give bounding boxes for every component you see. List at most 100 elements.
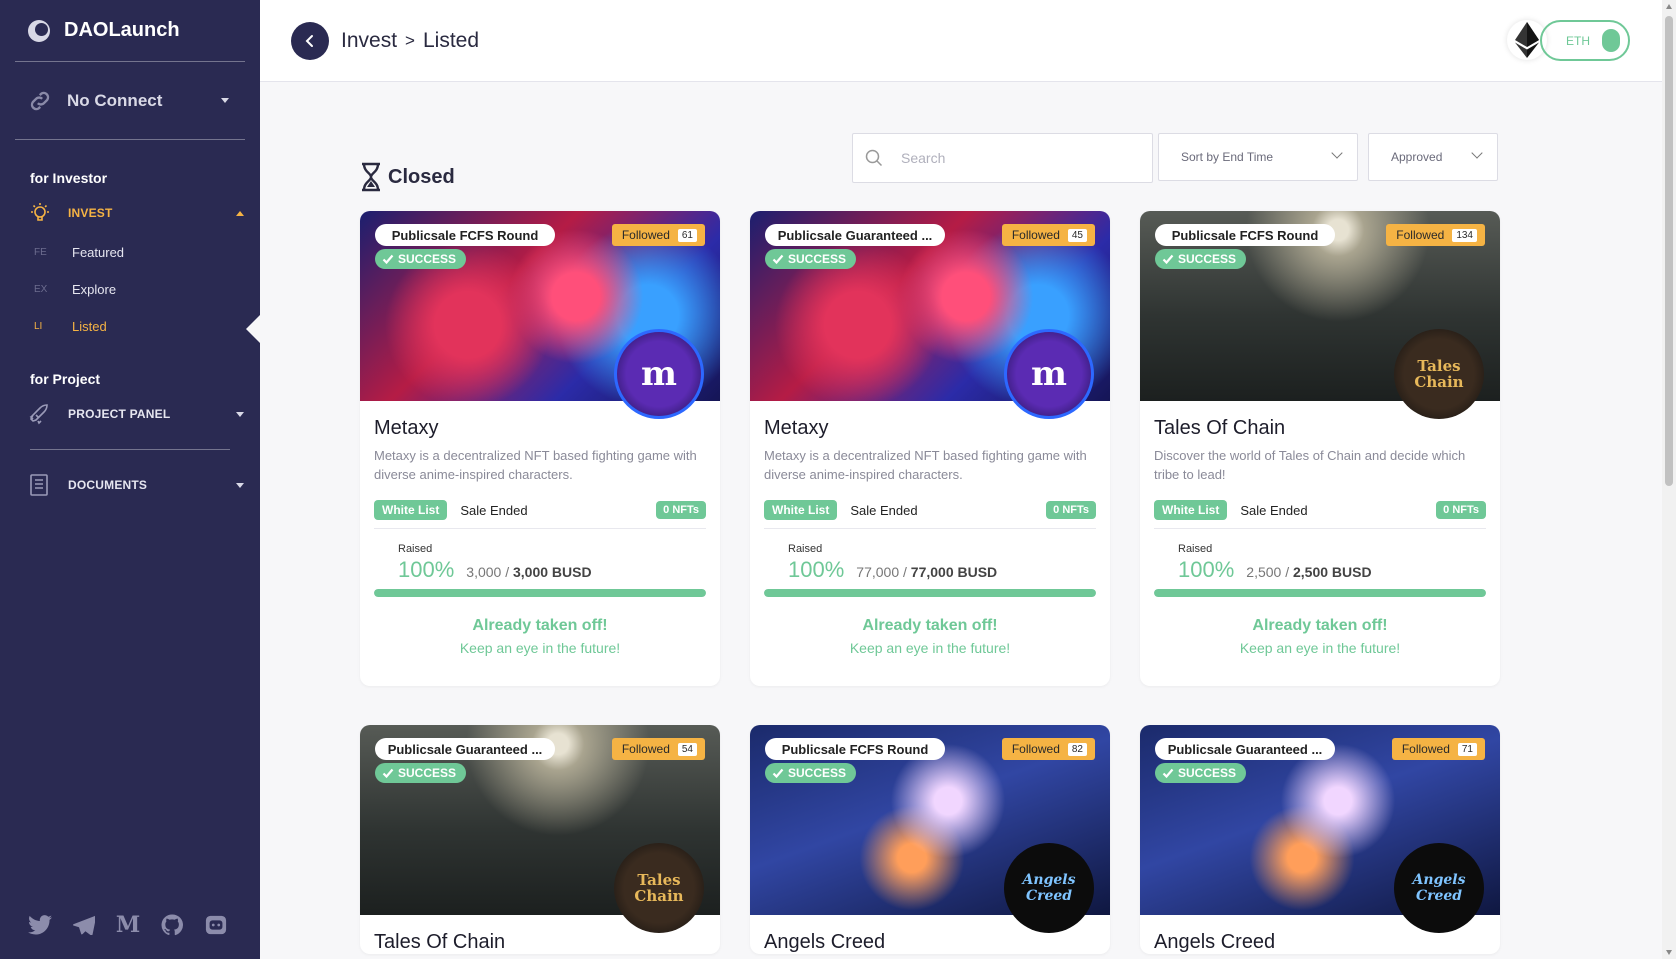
github-icon[interactable] xyxy=(160,913,184,937)
scroll-up-arrow-icon[interactable] xyxy=(1666,4,1672,9)
sidebar-item-label: Listed xyxy=(72,319,107,334)
raised-value: 77,000 xyxy=(856,564,900,580)
followed-label: Followed xyxy=(621,742,670,756)
raise-row: 100% 2,500 / 2,500 BUSD xyxy=(1154,557,1486,583)
followed-count: 45 xyxy=(1067,228,1087,242)
sidebar-divider xyxy=(30,449,230,450)
nav-invest[interactable]: INVEST xyxy=(0,192,260,234)
followed-badge[interactable]: Followed 134 xyxy=(1386,224,1485,246)
search-input[interactable] xyxy=(901,150,1121,166)
chevron-down-icon xyxy=(236,411,244,417)
followed-count: 82 xyxy=(1067,742,1087,756)
followed-badge[interactable]: Followed 61 xyxy=(611,224,705,246)
sort-select-value: Sort by End Time xyxy=(1181,150,1274,164)
nft-count-badge: 0 NFTs xyxy=(1436,501,1486,519)
search-box xyxy=(852,133,1153,183)
success-badge-label: SUCCESS xyxy=(788,252,847,266)
sidebar-item-explore[interactable]: EX Explore xyxy=(0,271,260,308)
check-icon xyxy=(382,768,394,779)
card-tags: White List Sale Ended 0 NFTs xyxy=(374,500,706,529)
round-badge: Publicsale FCFS Round xyxy=(765,738,945,760)
chevron-down-icon xyxy=(1331,147,1343,159)
success-badge-label: SUCCESS xyxy=(398,252,457,266)
card-body: Tales Of Chain Discover the world of Tal… xyxy=(1140,401,1500,686)
progress-fill xyxy=(374,589,706,597)
project-card[interactable]: Publicsale FCFS Round SUCCESS Followed 1… xyxy=(1140,211,1500,686)
raised-amount: 3,000 / 3,000 BUSD xyxy=(466,564,592,580)
sort-select[interactable]: Sort by End Time xyxy=(1158,133,1358,181)
document-icon xyxy=(28,473,52,497)
followed-badge[interactable]: Followed 54 xyxy=(611,738,705,760)
followed-label: Followed xyxy=(621,228,670,242)
success-badge: SUCCESS xyxy=(765,249,857,269)
project-card[interactable]: Publicsale Guaranteed ... SUCCESS Follow… xyxy=(360,725,720,954)
raised-percent: 100% xyxy=(1178,557,1235,582)
sidebar-item-abbr: LI xyxy=(34,321,43,332)
breadcrumb-current: Listed xyxy=(422,28,480,52)
scroll-down-arrow-icon[interactable] xyxy=(1666,950,1672,955)
sale-status: Sale Ended xyxy=(850,502,918,518)
project-card[interactable]: Publicsale FCFS Round SUCCESS Followed 8… xyxy=(750,725,1110,954)
chevron-up-icon xyxy=(236,210,244,216)
whitelist-badge: White List xyxy=(374,500,448,520)
progress-fill xyxy=(764,589,1096,597)
whitelist-badge: White List xyxy=(764,500,838,520)
nft-count-badge: 0 NFTs xyxy=(656,501,706,519)
check-icon xyxy=(772,768,784,779)
sale-status: Sale Ended xyxy=(1240,502,1308,518)
sidebar-item-abbr: EX xyxy=(34,284,48,295)
project-name: Metaxy xyxy=(764,417,829,439)
raised-value: 3,000 xyxy=(466,564,502,580)
sidebar: DAOLaunch No Connect for Investor INVEST… xyxy=(0,0,260,959)
raised-amount: 2,500 / 2,500 BUSD xyxy=(1246,564,1372,580)
page-scrollbar[interactable] xyxy=(1662,0,1676,959)
card-body: Metaxy Metaxy is a decentralized NFT bas… xyxy=(360,401,720,686)
rocket-icon xyxy=(28,402,52,426)
sidebar-item-featured[interactable]: FE Featured xyxy=(0,234,260,271)
lightbulb-icon xyxy=(28,201,52,225)
round-badge: Publicsale FCFS Round xyxy=(1155,224,1335,246)
followed-badge[interactable]: Followed 45 xyxy=(1001,224,1095,246)
scrollbar-thumb[interactable] xyxy=(1665,16,1673,486)
sidebar-item-label: Featured xyxy=(72,245,125,260)
link-icon xyxy=(27,88,53,114)
cta-title: Already taken off! xyxy=(472,617,608,634)
raised-label: Raised xyxy=(788,543,823,555)
round-badge: Publicsale FCFS Round xyxy=(375,224,555,246)
telegram-icon[interactable] xyxy=(72,913,96,937)
status-select-value: Approved xyxy=(1391,150,1443,164)
followed-label: Followed xyxy=(1396,228,1445,242)
project-card[interactable]: Publicsale Guaranteed ... SUCCESS Follow… xyxy=(750,211,1110,686)
status-select[interactable]: Approved xyxy=(1368,133,1498,181)
project-card[interactable]: Publicsale FCFS Round SUCCESS Followed 6… xyxy=(360,211,720,686)
nav-invest-label: INVEST xyxy=(68,206,113,220)
back-button[interactable] xyxy=(291,21,329,60)
project-name: Angels Creed xyxy=(1154,931,1276,953)
cta-title: Already taken off! xyxy=(1252,617,1388,634)
brand[interactable]: DAOLaunch xyxy=(15,0,245,62)
top-header: Invest > Listed ETH xyxy=(260,0,1662,82)
followed-count: 71 xyxy=(1457,742,1477,756)
success-badge: SUCCESS xyxy=(1155,763,1247,783)
raise-goal: 2,500 BUSD xyxy=(1293,564,1372,580)
nav-documents[interactable]: DOCUMENTS xyxy=(0,464,260,506)
progress-bar xyxy=(764,589,1096,597)
project-banner-image: Publicsale Guaranteed ... SUCCESS Follow… xyxy=(360,725,720,933)
project-logo: Angels Creed xyxy=(1394,843,1484,933)
success-badge: SUCCESS xyxy=(375,249,467,269)
search-icon xyxy=(865,149,883,167)
sidebar-item-listed[interactable]: LI Listed xyxy=(0,308,260,345)
nav-project-panel[interactable]: PROJECT PANEL xyxy=(0,393,260,435)
success-badge: SUCCESS xyxy=(765,763,857,783)
discord-icon[interactable] xyxy=(204,913,228,937)
breadcrumb-parent[interactable]: Invest xyxy=(341,29,397,53)
followed-badge[interactable]: Followed 82 xyxy=(1001,738,1095,760)
twitter-icon[interactable] xyxy=(28,913,52,937)
medium-icon[interactable]: M xyxy=(116,912,140,938)
project-card[interactable]: Publicsale Guaranteed ... SUCCESS Follow… xyxy=(1140,725,1500,954)
sidebar-item-abbr: FE xyxy=(34,247,47,258)
followed-badge[interactable]: Followed 71 xyxy=(1391,738,1485,760)
success-badge-label: SUCCESS xyxy=(398,766,457,780)
wallet-connect-dropdown[interactable]: No Connect xyxy=(15,62,245,140)
network-toggle[interactable]: ETH xyxy=(1540,20,1630,61)
